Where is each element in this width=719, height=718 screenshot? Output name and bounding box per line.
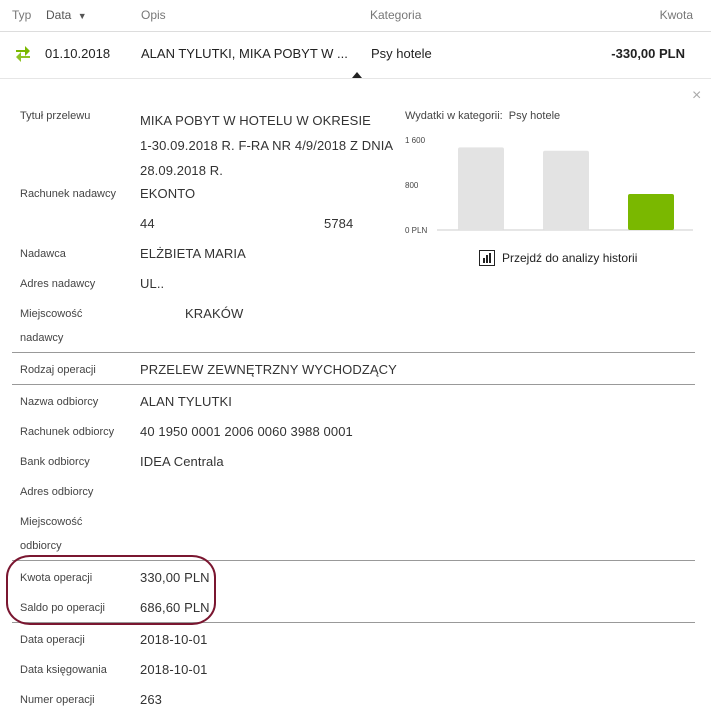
history-analysis-label: Przejdź do analizy historii [502, 251, 638, 265]
chart-tick-label: 1 600 [405, 136, 426, 145]
category-spending-chart: 1 600 800 0 PLN [405, 136, 693, 235]
recipient-bank-value: IDEA Centrala [140, 454, 224, 469]
operation-type-label: Rodzaj operacji [20, 364, 96, 376]
title-label: Tytuł przelewu [20, 110, 91, 122]
sender-account-label: Rachunek nadawcy [20, 188, 117, 200]
recipient-city-label-line-1: Miejscowość [20, 516, 83, 528]
chart-bar [458, 147, 504, 230]
history-analysis-link[interactable]: Przejdź do analizy historii [479, 250, 637, 266]
recipient-account-value: 40 1950 0001 2006 0060 3988 0001 [140, 424, 353, 439]
chart-bar [628, 194, 674, 230]
sender-address-value: UL.. [140, 276, 165, 291]
column-date[interactable]: Data ▼ [46, 8, 87, 22]
operation-type-value: PRZELEW ZEWNĘTRZNY WYCHODZĄCY [140, 362, 397, 377]
sender-value: ELŻBIETA MARIA [140, 246, 246, 261]
transaction-description: ALAN TYLUTKI, MIKA POBYT W ... [141, 46, 348, 61]
column-type: Typ [12, 8, 32, 22]
transfer-arrows-icon [16, 46, 30, 62]
chart-caption: Wydatki w kategorii: Psy hotele [405, 110, 560, 122]
operation-number-value: 263 [140, 692, 162, 707]
close-icon[interactable]: × [692, 88, 701, 104]
transaction-date: 01.10.2018 [45, 46, 111, 61]
column-category: Kategoria [370, 8, 422, 22]
chart-tick-label: 800 [405, 181, 419, 190]
transaction-category: Psy hotele [371, 46, 432, 61]
column-amount: Kwota [659, 8, 693, 22]
recipient-city-label: Miejscowość odbiorcy [20, 510, 82, 558]
chart-caption-prefix: Wydatki w kategorii: [405, 110, 503, 122]
sender-city-label-line-2: nadawcy [20, 332, 64, 344]
sender-city-label: Miejscowość nadawcy [20, 302, 82, 350]
recipient-name-label: Nazwa odbiorcy [20, 396, 99, 408]
booking-date-label: Data księgowania [20, 664, 107, 676]
sender-label: Nadawca [20, 248, 66, 260]
transaction-amount: -330,00 PLN [611, 46, 685, 61]
operation-date-value: 2018-10-01 [140, 632, 208, 647]
recipient-name-value: ALAN TYLUTKI [140, 394, 232, 409]
sender-account-name: EKONTO [140, 186, 196, 201]
highlight-annotation [6, 555, 216, 625]
operation-date-label: Data operacji [20, 634, 85, 646]
title-line-1: MIKA POBYT W HOTELU W OKRESIE [140, 113, 371, 128]
section-divider-2 [12, 384, 695, 385]
operation-number-label: Numer operacji [20, 694, 95, 706]
row-divider [0, 78, 711, 79]
sort-down-icon: ▼ [77, 11, 87, 21]
bar-chart-icon [479, 250, 495, 266]
chart-caption-category: Psy hotele [508, 110, 561, 122]
recipient-address-label: Adres odbiorcy [20, 486, 94, 498]
chart-tick-label: 0 PLN [405, 226, 427, 235]
booking-date-value: 2018-10-01 [140, 662, 208, 677]
recipient-account-label: Rachunek odbiorcy [20, 426, 115, 438]
column-date-label: Data [46, 8, 72, 22]
column-description: Opis [141, 8, 166, 22]
sender-city-label-line-1: Miejscowość [20, 308, 83, 320]
expand-caret-icon [352, 72, 362, 78]
sender-address-label: Adres nadawcy [20, 278, 96, 290]
chart-bar [543, 150, 589, 230]
title-line-3: 28.09.2018 R. [140, 163, 223, 178]
sender-account-number-start: 44 [140, 216, 155, 231]
recipient-bank-label: Bank odbiorcy [20, 456, 90, 468]
title-line-2: 1-30.09.2018 R. F-RA NR 4/9/2018 Z DNIA [140, 138, 394, 153]
sender-account-number-end: 5784 [324, 216, 354, 231]
title-value: MIKA POBYT W HOTELU W OKRESIE 1-30.09.20… [140, 108, 400, 183]
sender-city-value: KRAKÓW [185, 306, 244, 321]
transaction-row[interactable]: 01.10.2018 ALAN TYLUTKI, MIKA POBYT W ..… [0, 32, 711, 76]
section-divider-1 [12, 352, 695, 353]
